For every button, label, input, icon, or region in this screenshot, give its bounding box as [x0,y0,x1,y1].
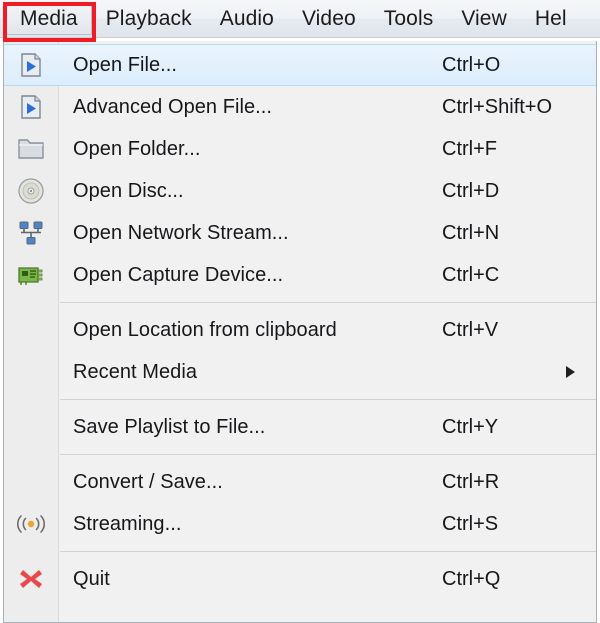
menu-item-quit[interactable]: Quit Ctrl+Q [4,558,596,600]
vlc-media-menu-screenshot: Media Playback Audio Video Tools View He… [0,0,600,623]
menubar-item-label: Tools [383,6,434,30]
menu-item-shortcut: Ctrl+S [442,512,499,535]
menu-item-label: Open File... [73,53,177,76]
menu-item-label: Open Capture Device... [73,263,284,286]
advanced-open-file-icon [14,90,48,124]
menubar-item-view[interactable]: View [447,3,521,35]
menu-item-save-playlist-to-file[interactable]: Save Playlist to File... Ctrl+Y [4,406,596,448]
menubar-item-label: Video [301,6,356,30]
menu-item-shortcut: Ctrl+D [442,179,500,202]
menu-item-shortcut: Ctrl+V [442,318,499,341]
menu-item-streaming[interactable]: Streaming... Ctrl+S [4,503,596,545]
menu-item-shortcut: Ctrl+Shift+O [442,95,553,118]
menu-item-shortcut: Ctrl+R [442,470,500,493]
menu-item-label: Open Folder... [73,137,201,160]
folder-icon [14,132,48,166]
menubar-item-tools[interactable]: Tools [370,3,448,35]
capture-card-icon [14,258,48,292]
menu-item-shortcut: Ctrl+F [442,137,497,160]
menu-item-label: Save Playlist to File... [73,415,266,438]
streaming-icon [14,507,48,541]
menubar-item-playback[interactable]: Playback [92,3,206,35]
menu-item-label: Open Location from clipboard [73,318,337,341]
menu-item-open-network-stream[interactable]: Open Network Stream... Ctrl+N [4,212,596,254]
menubar-item-label: Hel [534,6,567,30]
menu-item-label: Advanced Open File... [73,95,272,118]
menubar-item-video[interactable]: Video [288,3,370,35]
menu-item-open-folder[interactable]: Open Folder... Ctrl+F [4,128,596,170]
menu-item-label: Open Disc... [73,179,184,202]
menu-item-shortcut: Ctrl+C [442,263,500,286]
quit-icon [14,562,48,596]
menu-separator [4,296,596,309]
menu-separator [4,545,596,558]
menu-separator [4,393,596,406]
menubar-item-label: Audio [219,6,274,30]
menu-item-label: Recent Media [73,360,197,383]
network-icon [14,216,48,250]
menu-item-label: Quit [73,567,110,590]
menu-item-convert-save[interactable]: Convert / Save... Ctrl+R [4,461,596,503]
menu-bar: Media Playback Audio Video Tools View He… [0,0,600,38]
menu-item-label: Convert / Save... [73,470,223,493]
menu-item-list: Open File... Ctrl+O Advanced Open File..… [4,41,596,600]
menubar-item-label: Playback [105,6,192,30]
menu-item-open-location-from-clipboard[interactable]: Open Location from clipboard Ctrl+V [4,309,596,351]
menu-item-recent-media[interactable]: Recent Media [4,351,596,393]
menu-item-open-capture-device[interactable]: Open Capture Device... Ctrl+C [4,254,596,296]
menu-item-shortcut: Ctrl+Y [442,415,499,438]
menu-item-open-file[interactable]: Open File... Ctrl+O [4,44,596,86]
menubar-item-help[interactable]: Hel [521,3,581,35]
disc-icon [14,174,48,208]
menu-separator [4,448,596,461]
menubar-item-label: View [461,6,507,30]
menu-item-shortcut: Ctrl+O [442,53,501,76]
media-dropdown-menu: Open File... Ctrl+O Advanced Open File..… [3,41,597,623]
menu-item-open-disc[interactable]: Open Disc... Ctrl+D [4,170,596,212]
menubar-item-audio[interactable]: Audio [206,3,288,35]
menu-item-label: Streaming... [73,512,182,535]
menu-item-label: Open Network Stream... [73,221,289,244]
menubar-item-media[interactable]: Media [6,2,92,35]
menu-item-shortcut: Ctrl+Q [442,567,501,590]
menu-item-shortcut: Ctrl+N [442,221,500,244]
menubar-item-label: Media [20,6,78,30]
open-file-icon [14,48,48,82]
menu-item-advanced-open-file[interactable]: Advanced Open File... Ctrl+Shift+O [4,86,596,128]
submenu-arrow-icon [566,366,575,378]
